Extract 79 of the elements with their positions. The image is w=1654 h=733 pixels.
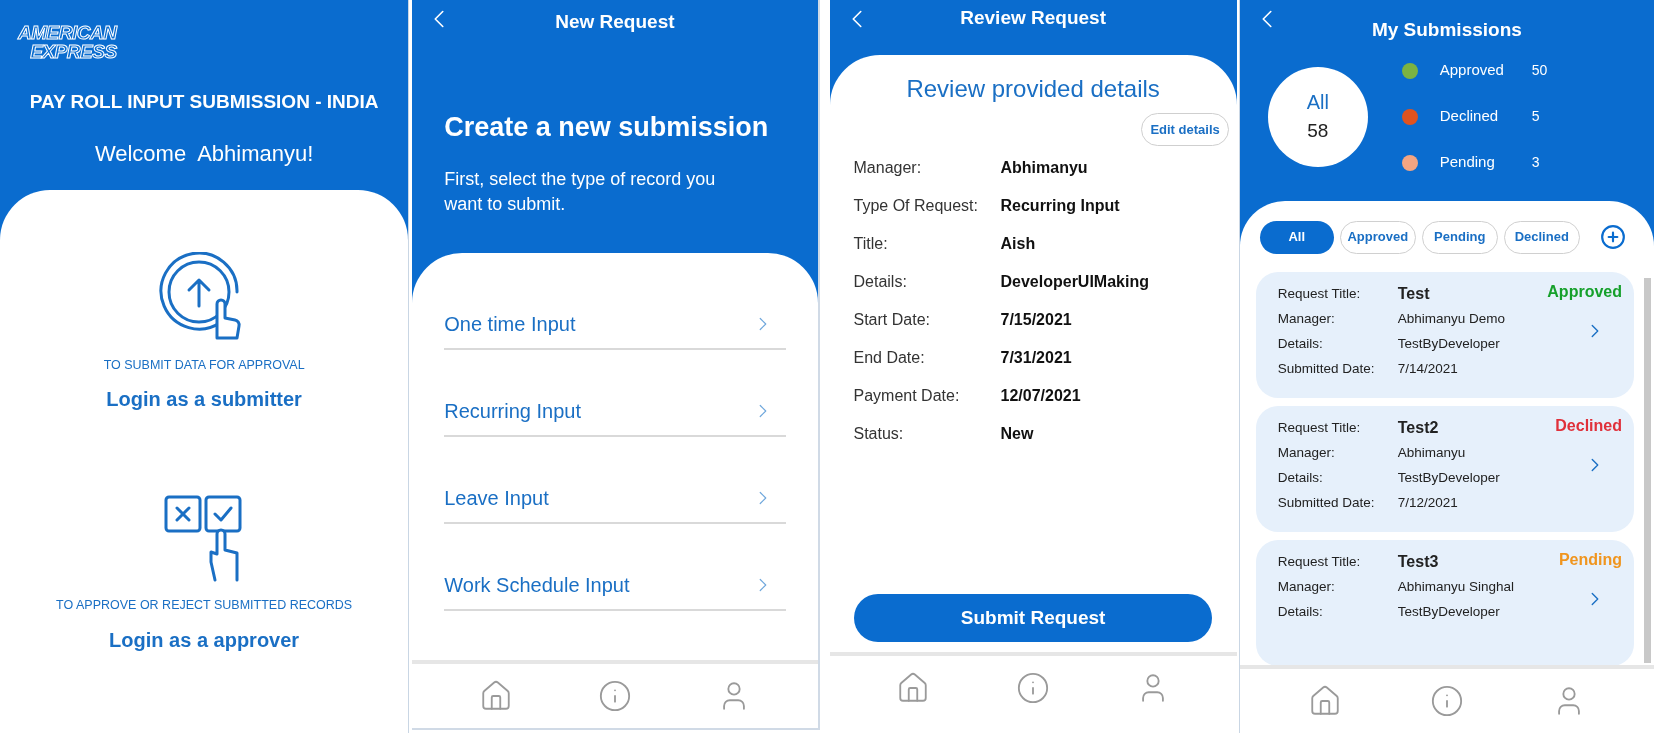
legend-count: 5 [1531,107,1540,126]
screen-title: New Request [555,10,675,34]
status-label: Pending [1558,550,1622,570]
card-value: 7/14/2021 [1397,359,1458,378]
field-label: End Date: [853,348,926,368]
screen-title: Review Request [960,6,1106,30]
field-label: Title: [853,234,889,254]
total-count: 58 [1307,119,1329,144]
page-heading: Create a new submission [443,110,770,144]
field-value: 12/07/2021 [1000,386,1081,406]
submission-card[interactable]: Request Title: Test Approved Manager: Abhimanyu Demo Details: TestByDeveloper Submitted Date: 7/14/2021 [1255,271,1634,398]
card-label: Details: [1277,602,1324,621]
card-label: Submitted Date: [1277,359,1376,378]
card-label: Request Title: [1277,418,1362,437]
field-value: New [1000,424,1034,444]
legend-count: 50 [1531,61,1548,80]
card-label: Request Title: [1277,552,1362,571]
card-label: Manager: [1277,577,1336,596]
total-label: All [1306,90,1329,116]
review-heading: Review provided details [905,73,1161,104]
add-icon[interactable] [1599,224,1626,250]
card-label: Submitted Date: [1277,493,1376,512]
card-label: Request Title: [1277,284,1362,303]
card-label: Details: [1277,334,1324,353]
field-value: Abhimanyu [1000,158,1088,178]
card-value: TestByDeveloper [1397,334,1500,353]
field-label: Details: [853,272,908,292]
status-label: Declined [1555,416,1622,436]
record-type-item[interactable]: Work Schedule Input [444,564,786,611]
field-label: Status: [853,424,905,444]
field-value: 7/31/2021 [1000,348,1072,368]
welcome-text: Welcome Abhimanyu! [93,139,315,168]
card-value: Test2 [1397,418,1439,438]
card-value: Test3 [1397,552,1439,572]
app-title: PAY ROLL INPUT SUBMISSION - INDIA [28,90,380,114]
legend-label: Pending [1439,152,1496,173]
screen-title: My Submissions [1371,18,1522,42]
card-value: Abhimanyu Singhal [1397,577,1515,596]
legend-label: Approved [1439,60,1505,81]
card-label: Manager: [1277,443,1336,462]
record-type-item[interactable]: Recurring Input [444,390,786,437]
record-type-item[interactable]: One time Input [444,303,786,350]
filter-tab[interactable]: Pending [1421,220,1498,254]
card-value: Test [1397,284,1430,304]
login-caption: TO APPROVE OR REJECT SUBMITTED RECORDS [56,597,353,615]
card-value: Abhimanyu [1397,443,1466,462]
card-value: 7/12/2021 [1397,493,1458,512]
submit-request-button[interactable]: Submit Request [854,594,1213,642]
field-label: Type Of Request: [853,196,979,216]
card-value: TestByDeveloper [1397,602,1500,621]
legend-count: 3 [1531,153,1540,172]
field-label: Payment Date: [853,386,961,406]
record-type-item[interactable]: Leave Input [444,477,786,524]
info-icon[interactable] [1016,671,1051,705]
field-value: DeveloperUIMaking [1000,272,1149,292]
login-caption: TO SUBMIT DATA FOR APPROVAL [103,356,305,374]
field-label: Start Date: [853,310,931,330]
card-label: Details: [1277,468,1324,487]
card-value: TestByDeveloper [1397,468,1500,487]
card-value: Abhimanyu Demo [1397,309,1506,328]
legend-label: Declined [1439,106,1500,127]
submission-card[interactable]: Request Title: Test3 Pending Manager: Abhimanyu Singhal Details: TestByDeveloper [1255,539,1634,665]
field-value: 7/15/2021 [1000,310,1072,330]
card-label: Manager: [1277,309,1336,328]
info-icon[interactable] [1429,684,1464,718]
field-value: Aish [1000,234,1036,254]
scrollbar[interactable] [1644,277,1651,663]
filter-tab[interactable]: Approved [1339,220,1416,254]
field-value: Recurring Input [1000,196,1120,216]
status-label: Approved [1547,282,1622,302]
logo: AMERICAN EXPRESS [18,23,117,61]
info-icon[interactable] [597,679,632,713]
filter-tab[interactable]: Declined [1503,220,1580,254]
field-label: Manager: [853,158,923,178]
page-subtitle: First, select the type of record you want to submit. [443,168,717,216]
login-link[interactable]: Login as a approver [109,625,300,655]
submission-card[interactable]: Request Title: Test2 Declined Manager: Abhimanyu Details: TestByDeveloper Submitted Date: 7/12/2021 [1255,405,1634,532]
filter-tab[interactable]: All [1259,220,1334,254]
login-link[interactable]: Login as a submitter [106,384,302,415]
